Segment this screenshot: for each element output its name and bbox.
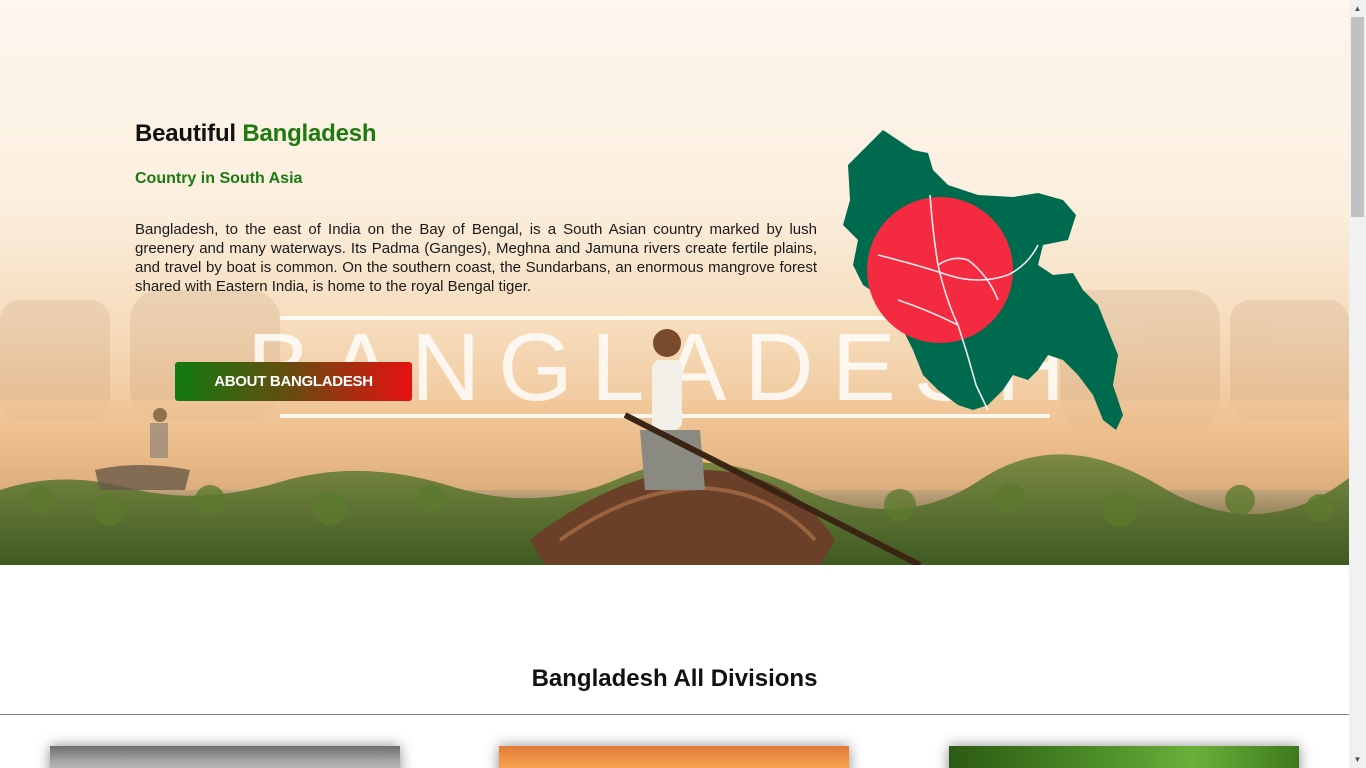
hero-description: Bangladesh, to the east of India on the … [135, 221, 817, 295]
hero-title-prefix: Beautiful [135, 120, 236, 147]
divisions-section-title: Bangladesh All Divisions [531, 665, 818, 692]
bangladesh-flag-map [843, 130, 1123, 430]
about-bangladesh-button[interactable]: ABOUT BANGLADESH [175, 362, 412, 401]
division-card[interactable] [499, 746, 849, 768]
hero-section: BANGLADESH Beautiful Bangladesh C [0, 0, 1349, 565]
division-card[interactable] [50, 746, 400, 768]
hero-title-highlight: Bangladesh [242, 120, 377, 147]
section-divider [0, 714, 1349, 715]
hero-subtitle: Country in South Asia [135, 170, 303, 187]
page: BANGLADESH Beautiful Bangladesh C [0, 0, 1349, 768]
division-card[interactable] [949, 746, 1299, 768]
vertical-scrollbar[interactable]: ▲ ▼ [1349, 0, 1366, 768]
scroll-up-arrow-icon[interactable]: ▲ [1349, 0, 1366, 17]
scroll-down-arrow-icon[interactable]: ▼ [1349, 751, 1366, 768]
scrollbar-thumb[interactable] [1351, 17, 1364, 217]
hero-title: Beautiful Bangladesh [135, 120, 377, 148]
